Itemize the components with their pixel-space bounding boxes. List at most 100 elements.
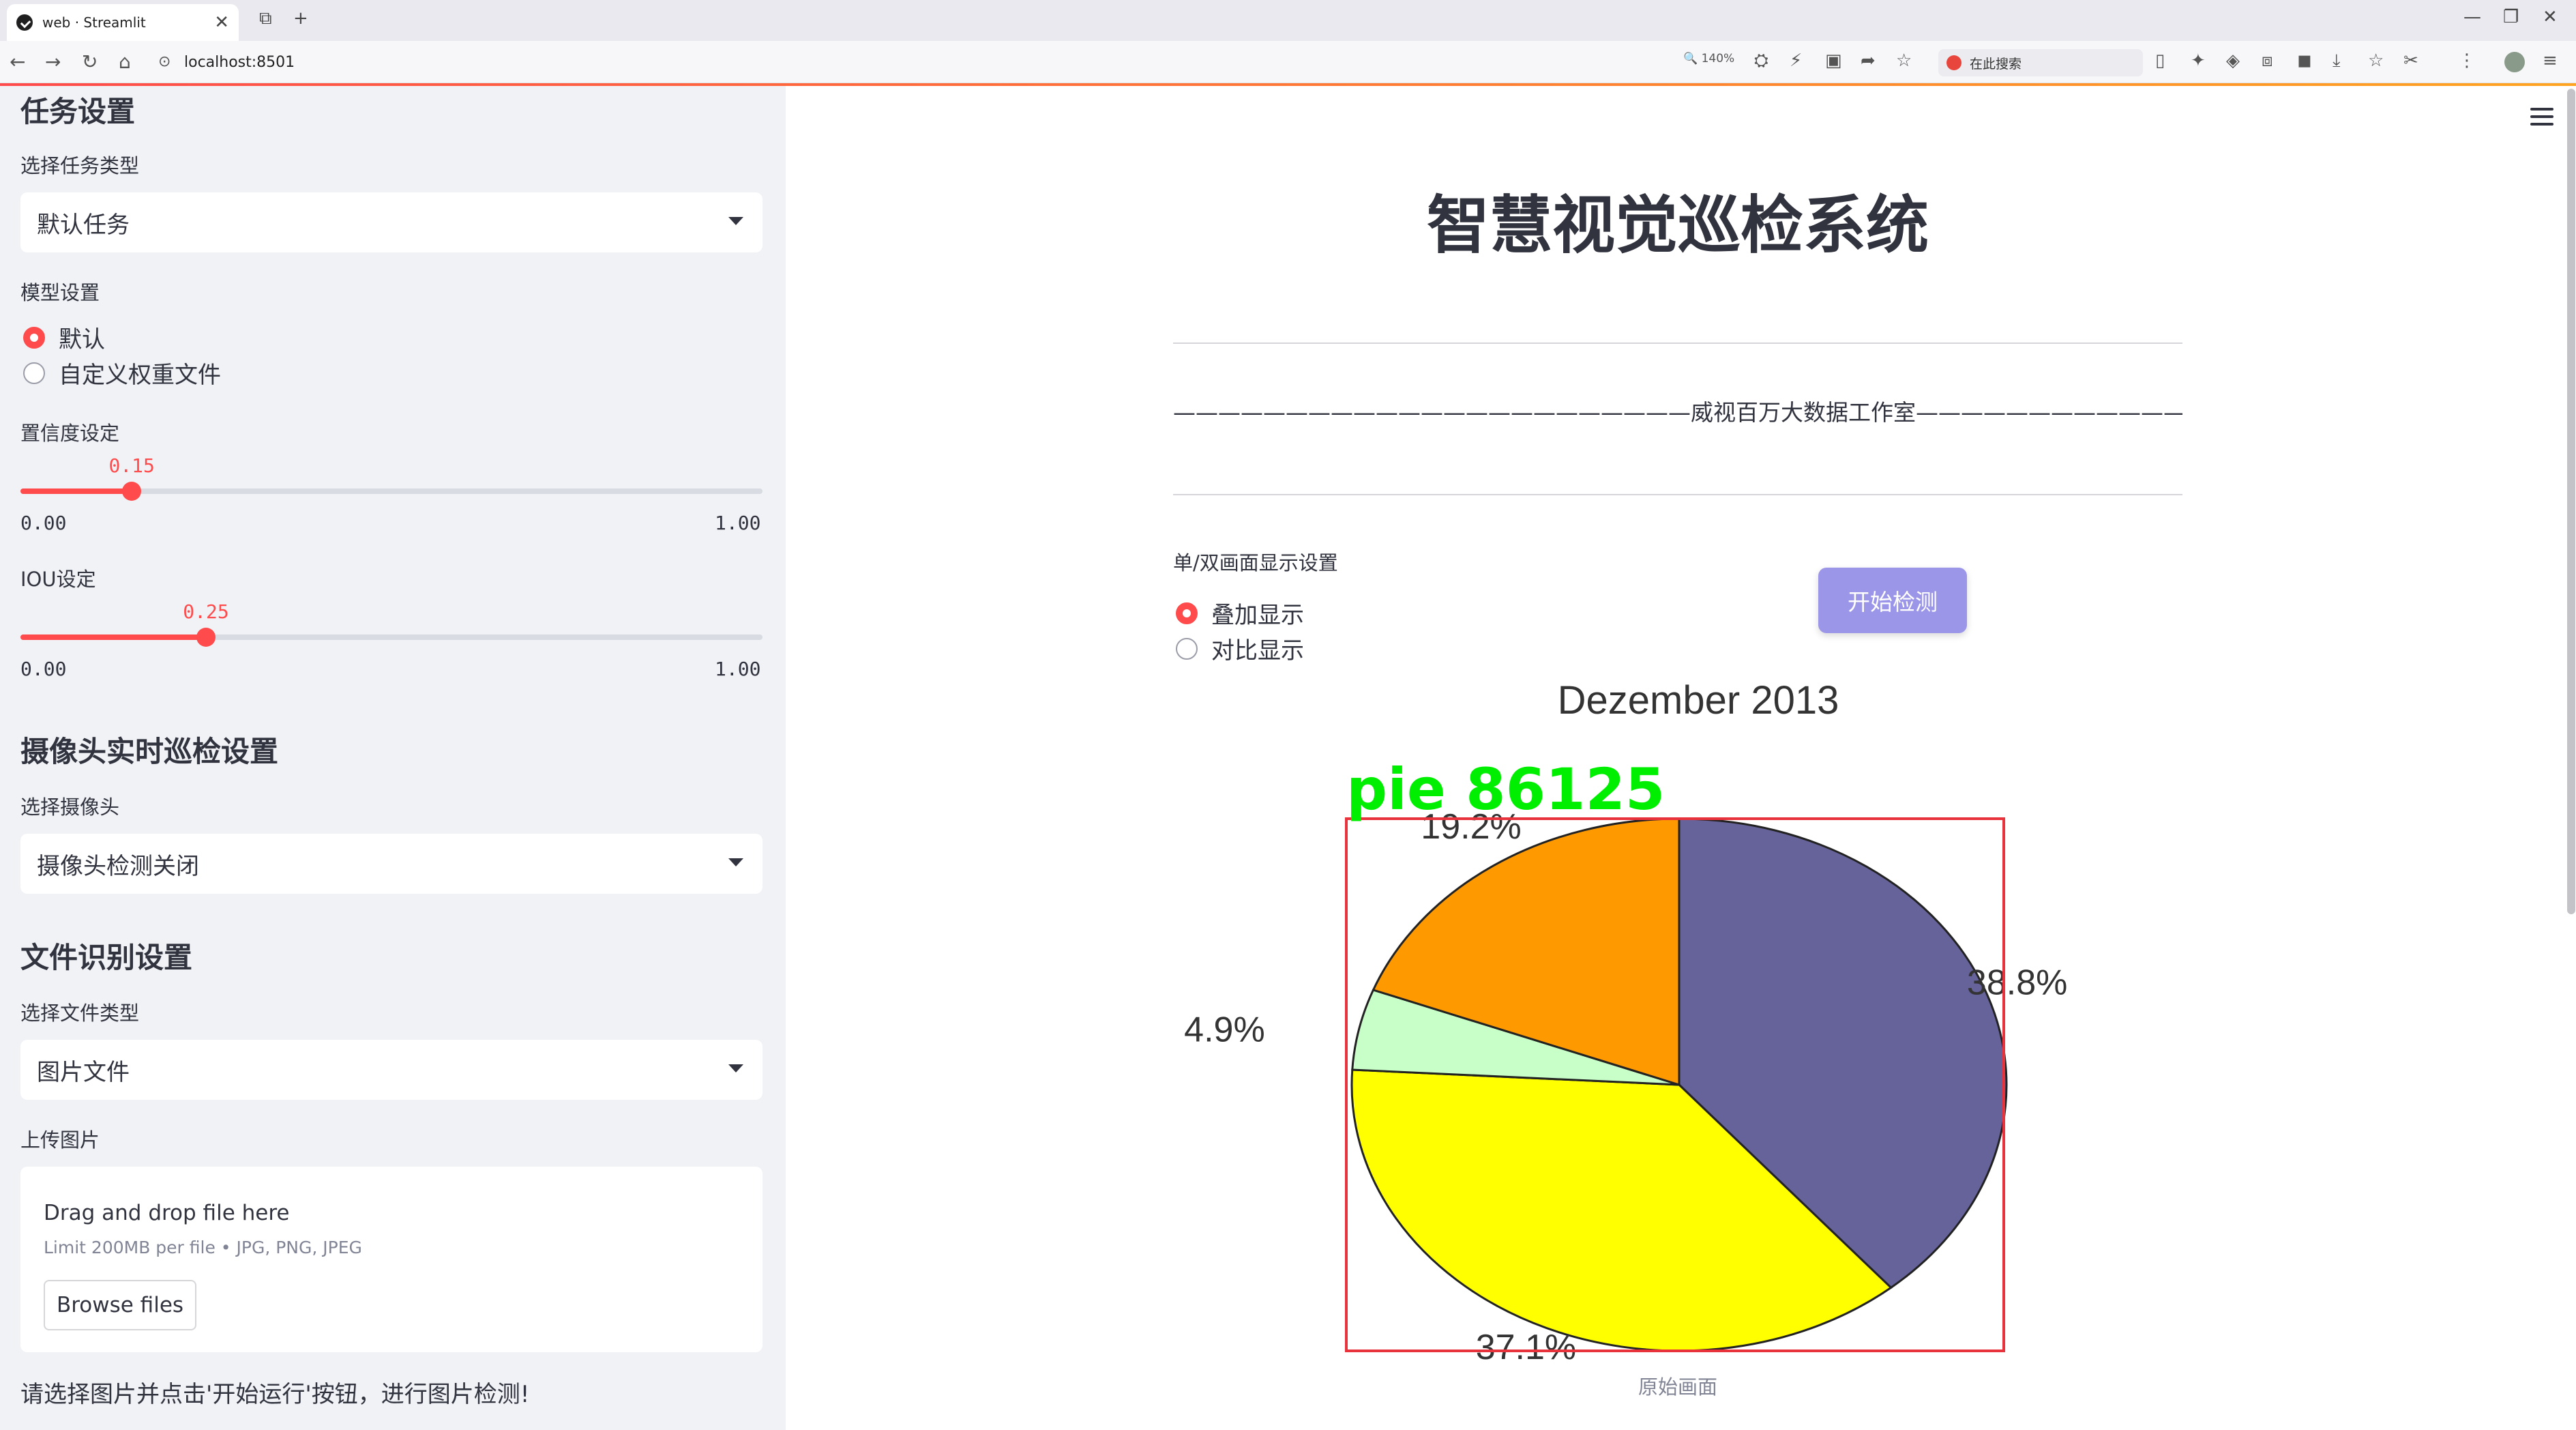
detection-label: pie 86125	[1346, 756, 1665, 823]
task-type-label: 选择任务类型	[20, 154, 140, 177]
pie-slice-label-0: 38.8%	[1967, 963, 2067, 1002]
task-type-select[interactable]: 默认任务	[20, 192, 763, 252]
camera-settings-heading: 摄像头实时巡检设置	[20, 735, 279, 768]
back-arrow-icon[interactable]: ←	[10, 50, 25, 73]
file-uploader-dropzone[interactable]: Drag and drop file here Limit 200MB per …	[20, 1167, 763, 1352]
confidence-min: 0.00	[20, 512, 67, 534]
url-text: localhost:8501	[184, 53, 295, 71]
confidence-label: 置信度设定	[20, 422, 120, 445]
translate-icon[interactable]: ⛭	[1754, 50, 1768, 72]
download-icon[interactable]: ⤓	[2333, 50, 2341, 72]
share-icon[interactable]: ➦	[1861, 50, 1876, 71]
new-tab-button[interactable]: +	[293, 8, 308, 29]
confidence-slider[interactable]	[20, 482, 763, 501]
chevron-down-icon	[728, 1064, 743, 1072]
display-option-compare[interactable]: 对比显示	[1176, 632, 1304, 665]
model-settings-label: 模型设置	[20, 281, 100, 304]
file-type-label: 选择文件类型	[20, 1002, 140, 1025]
sidebar: 任务设置 选择任务类型 默认任务 模型设置 默认 自定义权重文件 置信度设定 0…	[0, 86, 786, 1430]
image-caption: 原始画面	[1638, 1375, 1717, 1399]
pie-slice-label-2: 4.9%	[1184, 1010, 1265, 1050]
phone-icon[interactable]: ▯	[2155, 50, 2165, 71]
task-settings-heading: 任务设置	[20, 95, 136, 128]
chart-title: Dezember 2013	[1558, 678, 1839, 723]
translate-page-icon[interactable]: ⧈	[2262, 50, 2273, 72]
confidence-slider-thumb[interactable]	[122, 482, 142, 501]
display-mode-label: 单/双画面显示设置	[1173, 551, 1338, 574]
browser-tab-bar: web · Streamlit ✕ ⧉ + — ❐ ✕	[0, 0, 2576, 41]
streamlit-favicon-icon	[16, 14, 33, 31]
profile-avatar[interactable]	[2504, 52, 2525, 72]
reload-icon[interactable]: ↻	[82, 50, 98, 73]
bookmark-star-icon[interactable]: ☆	[2368, 50, 2384, 71]
capture-icon[interactable]: ▣	[1825, 50, 1842, 71]
display-option-label: 对比显示	[1211, 637, 1304, 665]
extension-icon[interactable]: ◈	[2226, 50, 2240, 71]
tab-close-icon[interactable]: ✕	[214, 12, 229, 33]
radio-unselected-icon	[1176, 637, 1198, 660]
restore-icon[interactable]: ❐	[2503, 7, 2519, 27]
display-option-overlay[interactable]: 叠加显示	[1176, 596, 1304, 630]
ai-assistant-icon[interactable]: ✦	[2191, 50, 2206, 71]
studio-line: ———————————————————————威视百万大数据工作室———————…	[1173, 399, 2182, 426]
sidebar-note: 请选择图片并点击'开始运行'按钮，进行图片检测!	[20, 1381, 530, 1408]
more-icon[interactable]: ⋮	[2458, 50, 2476, 71]
file-settings-heading: 文件识别设置	[20, 941, 193, 974]
divider	[1173, 494, 2182, 495]
app-icon[interactable]: ◼	[2297, 50, 2312, 71]
forward-arrow-icon[interactable]: →	[45, 50, 61, 73]
search-placeholder: 在此搜索	[1970, 56, 2022, 72]
browser-menu-icon[interactable]: ≡	[2543, 50, 2558, 71]
file-type-value: 图片文件	[37, 1058, 130, 1086]
lightning-icon[interactable]: ⚡	[1790, 50, 1802, 71]
upload-label: 上传图片	[20, 1128, 100, 1152]
chevron-down-icon	[728, 858, 743, 866]
file-type-select[interactable]: 图片文件	[20, 1040, 763, 1100]
iou-max: 1.00	[715, 658, 761, 680]
iou-slider-thumb[interactable]	[196, 628, 216, 647]
home-icon[interactable]: ⌂	[119, 50, 131, 73]
minimize-icon[interactable]: —	[2463, 7, 2481, 27]
pie-slice-label-1: 37.1%	[1476, 1328, 1576, 1367]
scrollbar[interactable]	[2567, 89, 2575, 914]
iou-slider-fill	[20, 634, 206, 640]
model-option-label: 默认	[59, 326, 105, 353]
radio-selected-icon	[1176, 602, 1198, 624]
upload-title: Drag and drop file here	[44, 1201, 290, 1225]
radio-selected-icon	[23, 326, 45, 349]
display-option-label: 叠加显示	[1211, 602, 1304, 629]
browse-files-button[interactable]: Browse files	[44, 1280, 196, 1330]
pie-slices	[1350, 817, 2008, 1352]
iou-label: IOU设定	[20, 568, 96, 591]
model-option-label: 自定义权重文件	[59, 362, 221, 389]
chevron-down-icon	[728, 217, 743, 225]
model-option-custom[interactable]: 自定义权重文件	[23, 356, 221, 390]
confidence-slider-fill	[20, 488, 132, 494]
iou-slider[interactable]	[20, 628, 763, 647]
confidence-value: 0.15	[108, 454, 155, 477]
scissors-icon[interactable]: ✂	[2403, 50, 2418, 71]
tab-title: web · Streamlit	[42, 14, 146, 31]
start-detection-button[interactable]: 开始检测	[1818, 568, 1967, 633]
camera-select[interactable]: 摄像头检测关闭	[20, 834, 763, 894]
address-bar: ← → ↻ ⌂ ⊙ localhost:8501 🔍 140% ⛭ ⚡ ▣ ➦ …	[0, 41, 2576, 83]
camera-select-label: 选择摄像头	[20, 796, 120, 819]
tab-groups-icon[interactable]: ⧉	[259, 8, 272, 29]
site-info-icon[interactable]: ⊙	[158, 53, 171, 70]
browser-search-box[interactable]: 在此搜索	[1938, 49, 2143, 76]
page-title: 智慧视觉巡检系统	[1426, 189, 1929, 262]
iou-value: 0.25	[183, 600, 229, 623]
model-option-default[interactable]: 默认	[23, 321, 105, 354]
search-engine-icon	[1946, 55, 1961, 70]
radio-unselected-icon	[23, 362, 45, 384]
window-close-icon[interactable]: ✕	[2543, 7, 2558, 27]
upload-limit: Limit 200MB per file • JPG, PNG, JPEG	[44, 1238, 362, 1257]
browser-tab[interactable]: web · Streamlit ✕	[7, 4, 239, 41]
camera-select-value: 摄像头检测关闭	[37, 852, 199, 880]
pie-chart-image: Dezember 2013 38.8%37.1%4.9%19.2% pie 86…	[1173, 675, 2182, 1371]
confidence-max: 1.00	[715, 512, 761, 534]
favorite-star-icon[interactable]: ☆	[1896, 50, 1912, 71]
zoom-level[interactable]: 🔍 140%	[1683, 52, 1734, 65]
hamburger-menu-icon[interactable]	[2530, 108, 2553, 126]
iou-min: 0.00	[20, 658, 67, 680]
